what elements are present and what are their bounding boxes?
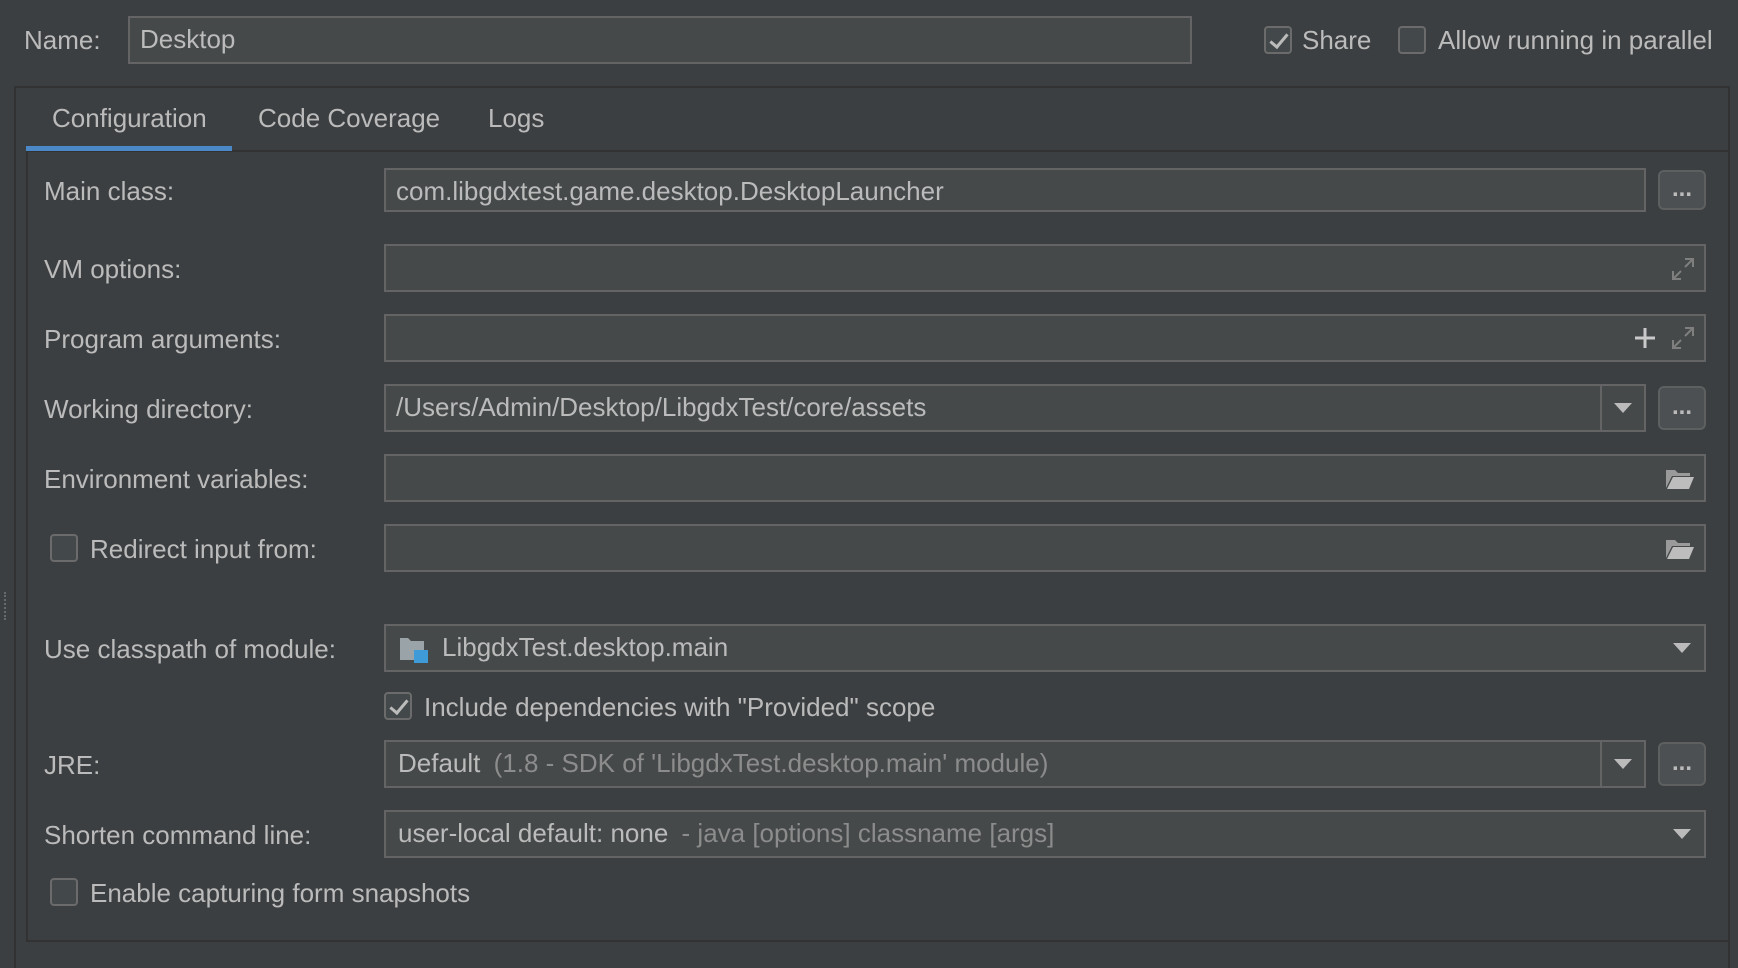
name-label: Name:: [24, 25, 101, 55]
program-arguments-input[interactable]: [384, 314, 1706, 362]
main-class-browse-button[interactable]: ...: [1658, 170, 1706, 210]
working-directory-combo[interactable]: /Users/Admin/Desktop/LibgdxTest/core/ass…: [384, 384, 1646, 432]
classpath-module-value: LibgdxTest.desktop.main: [442, 632, 729, 662]
shorten-command-line-combo[interactable]: user-local default: none - java [options…: [384, 810, 1706, 858]
include-provided-checkbox[interactable]: [384, 692, 412, 720]
tab-logs[interactable]: Logs: [488, 94, 544, 142]
tab-code-coverage[interactable]: Code Coverage: [258, 94, 440, 142]
main-class-input[interactable]: com.libgdxtest.game.desktop.DesktopLaunc…: [384, 168, 1646, 212]
chevron-down-icon: [1614, 403, 1632, 413]
form-snapshots-checkbox[interactable]: [50, 878, 78, 906]
classpath-module-label: Use classpath of module:: [44, 634, 336, 664]
shorten-command-line-value: user-local default: none: [398, 818, 669, 848]
working-directory-dropdown[interactable]: [1600, 386, 1644, 430]
environment-variables-label: Environment variables:: [44, 464, 309, 494]
classpath-module-dropdown[interactable]: [1660, 626, 1704, 670]
classpath-module-combo[interactable]: LibgdxTest.desktop.main: [384, 624, 1706, 672]
vm-options-input[interactable]: [384, 244, 1706, 292]
tab-configuration[interactable]: Configuration: [52, 94, 207, 142]
main-class-label: Main class:: [44, 176, 175, 206]
form-snapshots-label: Enable capturing form snapshots: [90, 878, 471, 908]
folder-open-icon[interactable]: [1664, 466, 1696, 492]
chevron-down-icon: [1673, 643, 1691, 653]
redirect-input-field[interactable]: [384, 524, 1706, 572]
working-directory-label: Working directory:: [44, 394, 254, 424]
allow-parallel-label: Allow running in parallel: [1438, 25, 1713, 55]
active-tab-indicator: [26, 146, 232, 151]
jre-hint: (1.8 - SDK of 'LibgdxTest.desktop.main' …: [493, 748, 1049, 778]
shorten-command-line-hint: - java [options] classname [args]: [681, 818, 1055, 848]
include-provided-label: Include dependencies with "Provided" sco…: [424, 692, 936, 722]
jre-browse-button[interactable]: ...: [1658, 742, 1706, 786]
vm-options-label: VM options:: [44, 254, 182, 284]
working-directory-browse-button[interactable]: ...: [1658, 386, 1706, 430]
jre-combo[interactable]: Default (1.8 - SDK of 'LibgdxTest.deskto…: [384, 740, 1646, 788]
add-macro-icon[interactable]: [1632, 325, 1658, 351]
allow-parallel-checkbox[interactable]: [1398, 26, 1426, 54]
chevron-down-icon: [1673, 829, 1691, 839]
splitter-handle[interactable]: [4, 592, 10, 620]
redirect-input-label: Redirect input from:: [90, 534, 317, 564]
name-input[interactable]: Desktop: [128, 16, 1192, 64]
expand-icon[interactable]: [1670, 325, 1696, 351]
jre-value: Default: [398, 748, 481, 778]
expand-icon[interactable]: [1670, 256, 1696, 282]
working-directory-value: /Users/Admin/Desktop/LibgdxTest/core/ass…: [396, 392, 927, 422]
share-label: Share: [1302, 25, 1372, 55]
environment-variables-input[interactable]: [384, 454, 1706, 502]
jre-dropdown[interactable]: [1600, 742, 1644, 786]
chevron-down-icon: [1614, 759, 1632, 769]
share-checkbox[interactable]: [1264, 26, 1292, 54]
shorten-command-line-dropdown[interactable]: [1660, 812, 1704, 856]
folder-open-icon[interactable]: [1664, 536, 1696, 562]
module-folder-icon: [400, 638, 428, 663]
redirect-input-checkbox[interactable]: [50, 534, 78, 562]
shorten-command-line-label: Shorten command line:: [44, 820, 312, 850]
program-arguments-label: Program arguments:: [44, 324, 281, 354]
jre-label: JRE:: [44, 750, 101, 780]
